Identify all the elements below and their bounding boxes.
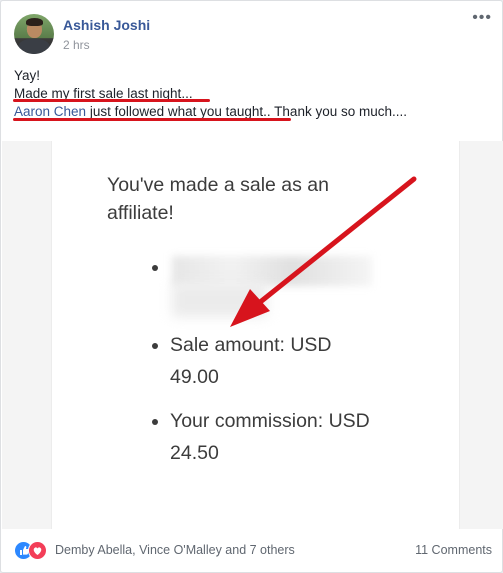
post-card: Ashish Joshi 2 hrs ••• Yay! Made my firs… — [0, 0, 503, 573]
reaction-icons[interactable] — [14, 541, 52, 560]
post-text: Yay! Made my first sale last night... Aa… — [14, 67, 407, 121]
post-footer: Demby Abella, Vince O'Malley and 7 other… — [1, 529, 502, 572]
red-underline-2 — [13, 118, 291, 121]
more-options-icon[interactable]: ••• — [472, 9, 492, 27]
red-arrow-annotation — [230, 176, 417, 327]
mention-link[interactable]: Aaron Chen — [14, 104, 86, 119]
post-image[interactable]: You've made a sale as an affiliate! Sale… — [2, 141, 503, 529]
post-timestamp[interactable]: 2 hrs — [63, 38, 90, 52]
post-text-line-1: Yay! — [14, 68, 41, 83]
red-underline-1 — [13, 99, 210, 102]
avatar[interactable] — [14, 14, 54, 54]
avatar-hair — [26, 18, 43, 26]
avatar-shirt — [18, 39, 50, 54]
post-text-line-3-rest: just followed what you taught.. Thank yo… — [86, 104, 407, 119]
reactors-summary[interactable]: Demby Abella, Vince O'Malley and 7 other… — [55, 543, 295, 557]
love-icon — [28, 541, 47, 560]
author-name[interactable]: Ashish Joshi — [63, 17, 150, 33]
arrow-head — [230, 289, 270, 327]
arrow-shaft — [251, 176, 417, 310]
comments-count[interactable]: 11 Comments — [415, 543, 492, 557]
